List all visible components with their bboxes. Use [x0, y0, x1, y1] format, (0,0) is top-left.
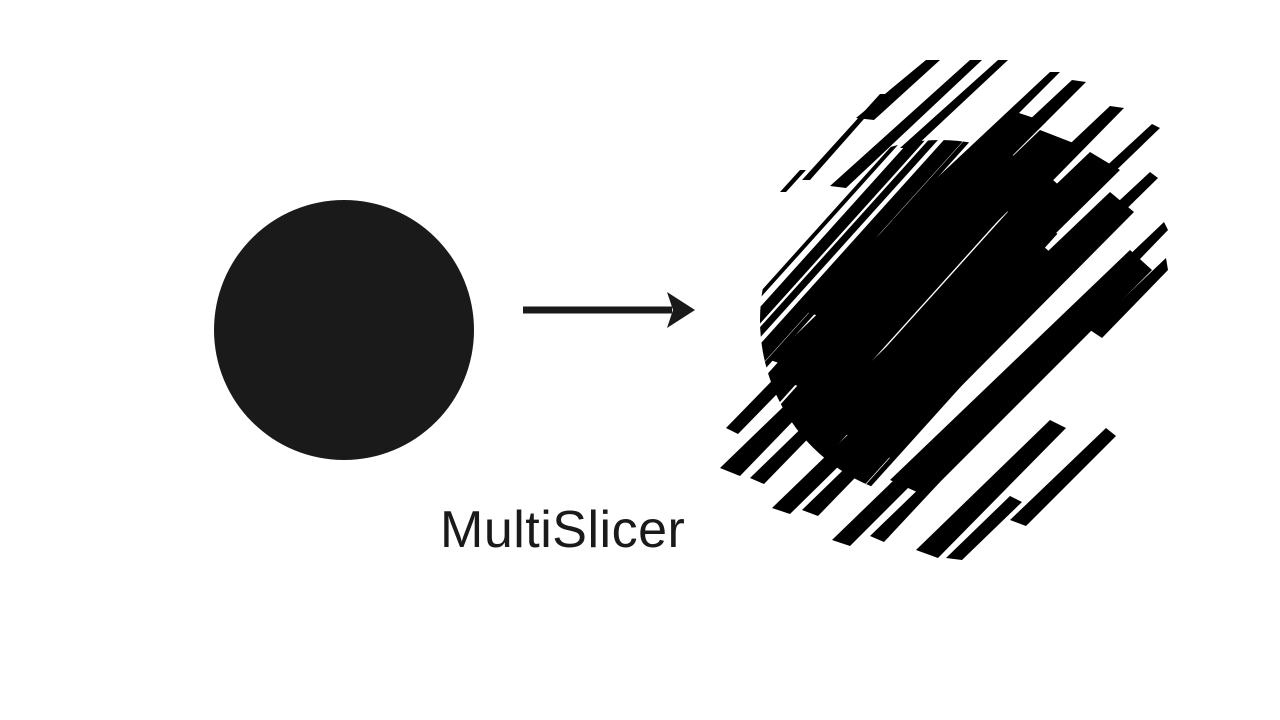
sliced-output-graphic	[710, 60, 1170, 560]
diagram-canvas: MultiSlicer	[0, 0, 1280, 720]
input-circle	[214, 200, 474, 460]
arrow-right-icon	[517, 280, 695, 340]
effect-title: MultiSlicer	[440, 500, 685, 560]
